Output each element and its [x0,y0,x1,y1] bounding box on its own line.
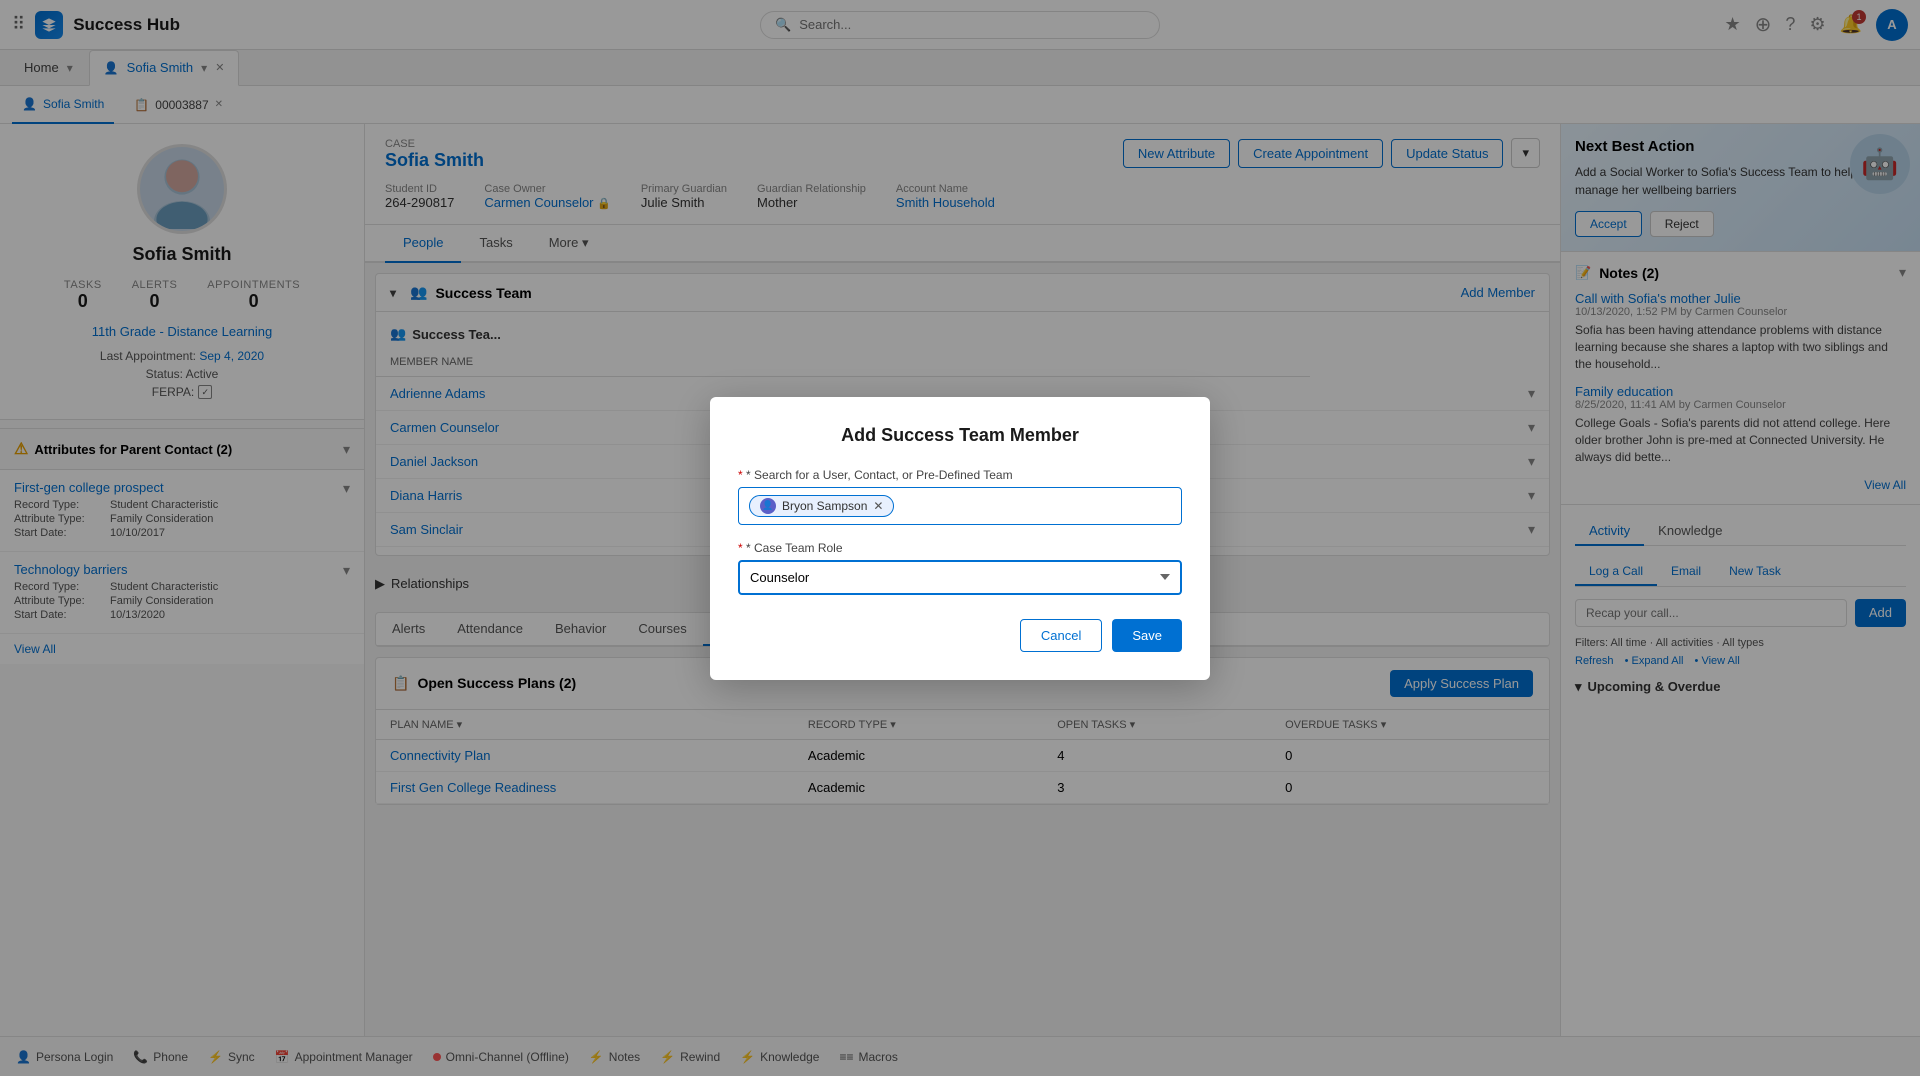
selected-user-tag: 👤 Bryon Sampson ✕ [749,495,894,517]
modal-footer: Cancel Save [738,619,1182,652]
modal-role-label: * * Case Team Role [738,541,1182,555]
modal-search-label: * * Search for a User, Contact, or Pre-D… [738,468,1182,482]
modal-search-label-text: * Search for a User, Contact, or Pre-Def… [746,468,1013,482]
tag-user-name: Bryon Sampson [782,499,867,513]
add-success-team-modal: Add Success Team Member * * Search for a… [710,397,1210,680]
case-team-role-select[interactable]: Counselor Social Worker Advisor Administ… [738,560,1182,595]
modal-role-field: * * Case Team Role Counselor Social Work… [738,541,1182,595]
modal-search-input[interactable]: 👤 Bryon Sampson ✕ [738,487,1182,525]
modal-title: Add Success Team Member [738,425,1182,446]
modal-role-label-text: * Case Team Role [746,541,843,555]
tag-close-button[interactable]: ✕ [873,499,883,513]
modal-overlay[interactable]: Add Success Team Member * * Search for a… [0,0,1920,1076]
modal-cancel-button[interactable]: Cancel [1020,619,1102,652]
modal-save-button[interactable]: Save [1112,619,1182,652]
modal-search-field: * * Search for a User, Contact, or Pre-D… [738,468,1182,525]
tag-user-icon: 👤 [760,498,776,514]
required-star-1: * [738,468,743,482]
required-star-2: * [738,541,743,555]
